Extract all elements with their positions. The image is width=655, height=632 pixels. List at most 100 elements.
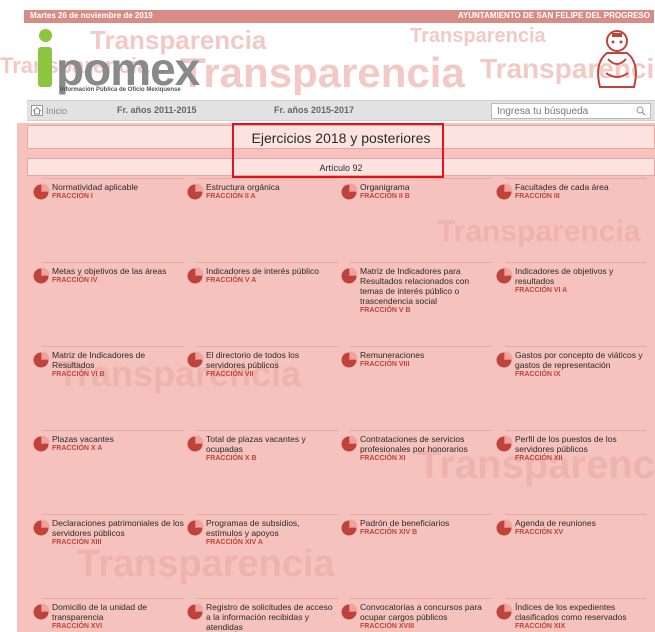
- item-divider: [42, 430, 184, 431]
- item-divider: [196, 430, 338, 431]
- item-divider: [505, 346, 647, 347]
- item-divider: [196, 346, 338, 347]
- fraccion-code[interactable]: FRACCIÓN VIII: [360, 361, 409, 368]
- nav-link-2011-2015[interactable]: Fr. años 2011-2015: [117, 105, 197, 115]
- watermark-text: Transparencia: [410, 25, 546, 47]
- pie-chart-icon: [496, 519, 513, 536]
- search-input[interactable]: Ingresa tu búsqueda: [491, 103, 651, 119]
- item-divider: [196, 178, 338, 179]
- fraccion-code[interactable]: FRACCIÓN XIII: [52, 539, 101, 546]
- nav-bar: Inicio Fr. años 2011-2015 Fr. años 2015-…: [27, 100, 655, 121]
- fraccion-code[interactable]: FRACCIÓN X A: [52, 445, 102, 452]
- fraccion-label[interactable]: Normatividad aplicable: [52, 182, 184, 192]
- item-divider: [42, 178, 184, 179]
- fraccion-code[interactable]: FRACCIÓN VI A: [515, 287, 567, 294]
- watermark-text: Transparencia: [437, 215, 641, 248]
- pie-chart-icon: [496, 603, 513, 620]
- pie-chart-icon: [187, 435, 204, 452]
- fraccion-label[interactable]: Contrataciones de servicios profesionale…: [360, 434, 492, 454]
- item-divider: [505, 514, 647, 515]
- pie-chart-icon: [496, 183, 513, 200]
- fraccion-code[interactable]: FRACCIÓN XII: [515, 455, 562, 462]
- pie-chart-icon: [187, 519, 204, 536]
- fraccion-code[interactable]: FRACCIÓN II B: [360, 193, 410, 200]
- search-icon[interactable]: [636, 106, 646, 116]
- fraccion-code[interactable]: FRACCIÓN XI: [360, 455, 406, 462]
- highlight-frame: [232, 123, 444, 178]
- fraccion-code[interactable]: FRACCIÓN X B: [206, 455, 257, 462]
- item-divider: [350, 262, 492, 263]
- pie-chart-icon: [341, 351, 358, 368]
- fraccion-label[interactable]: Matriz de Indicadores para Resultados re…: [360, 266, 492, 306]
- fraccion-code[interactable]: FRACCIÓN XIV A: [206, 539, 263, 546]
- fraccion-code[interactable]: FRACCIÓN XVI: [52, 623, 102, 630]
- item-divider: [505, 430, 647, 431]
- item-divider: [42, 514, 184, 515]
- pie-chart-icon: [187, 603, 204, 620]
- search-placeholder: Ingresa tu búsqueda: [497, 106, 589, 117]
- fraccion-code[interactable]: FRACCIÓN XVIII: [360, 623, 414, 630]
- nav-link-2015-2017[interactable]: Fr. años 2015-2017: [274, 105, 354, 115]
- fraccion-code[interactable]: FRACCIÓN V B: [360, 307, 411, 314]
- item-divider: [42, 346, 184, 347]
- fraccion-label[interactable]: Estructura orgánica: [206, 182, 338, 192]
- item-divider: [196, 598, 338, 599]
- pie-chart-icon: [341, 435, 358, 452]
- pie-chart-icon: [33, 435, 50, 452]
- ayuntamiento-name: AYUNTAMIENTO DE SAN FELIPE DEL PROGRESO: [457, 11, 650, 20]
- fraccion-code[interactable]: FRACCIÓN V A: [206, 277, 256, 284]
- pie-chart-icon: [187, 267, 204, 284]
- item-divider: [505, 178, 647, 179]
- fraccion-label[interactable]: Programas de subsidios, estímulos y apoy…: [206, 518, 338, 538]
- fraccion-label[interactable]: Padrón de beneficiarios: [360, 518, 492, 528]
- item-divider: [505, 598, 647, 599]
- pie-chart-icon: [33, 351, 50, 368]
- fraccion-label[interactable]: Metas y objetivos de las áreas: [52, 266, 184, 276]
- fraccion-code[interactable]: FRACCIÓN XIX: [515, 623, 565, 630]
- logo-subtitle: Información Pública de Oficio Mexiquense: [60, 87, 181, 93]
- fraccion-code[interactable]: FRACCIÓN XV: [515, 529, 563, 536]
- fraccion-label[interactable]: Perfil de los puestos de los servidores …: [515, 434, 647, 454]
- pie-chart-icon: [341, 519, 358, 536]
- home-icon: [31, 105, 43, 116]
- fraccion-label[interactable]: Plazas vacantes: [52, 434, 184, 444]
- fraccion-code[interactable]: FRACCIÓN IX: [515, 371, 561, 378]
- fraccion-label[interactable]: Matriz de Indicadores de Resultados: [52, 350, 184, 370]
- logo-dot-icon: [39, 29, 52, 42]
- fraccion-label[interactable]: Registro de solicitudes de acceso a la i…: [206, 602, 338, 632]
- item-divider: [196, 514, 338, 515]
- fraccion-label[interactable]: Facultades de cada área: [515, 182, 647, 192]
- fraccion-label[interactable]: Remuneraciones: [360, 350, 492, 360]
- fraccion-code[interactable]: FRACCIÓN III: [515, 193, 560, 200]
- fraccion-code[interactable]: FRACCIÓN II A: [206, 193, 256, 200]
- fraccion-label[interactable]: Total de plazas vacantes y ocupadas: [206, 434, 338, 454]
- fraccion-label[interactable]: Índices de los expedientes clasificados …: [515, 602, 647, 622]
- item-divider: [42, 598, 184, 599]
- fraccion-label[interactable]: Gastos por concepto de viáticos y gastos…: [515, 350, 647, 370]
- fraccion-code[interactable]: FRACCIÓN I: [52, 193, 93, 200]
- fraccion-code[interactable]: FRACCIÓN XIV B: [360, 529, 417, 536]
- fraccion-code[interactable]: FRACCIÓN VII: [206, 371, 253, 378]
- fraccion-label[interactable]: Declaraciones patrimoniales de los servi…: [52, 518, 184, 538]
- logo-i-icon: [38, 47, 52, 87]
- pie-chart-icon: [33, 603, 50, 620]
- fraccion-code[interactable]: FRACCIÓN VI B: [52, 371, 105, 378]
- fraccion-label[interactable]: Indicadores de objetivos y resultados: [515, 266, 647, 286]
- pie-chart-icon: [33, 183, 50, 200]
- fraccion-label[interactable]: Indicadores de interés público: [206, 266, 338, 276]
- pie-chart-icon: [496, 435, 513, 452]
- fraccion-label[interactable]: Domicilio de la unidad de transparencia: [52, 602, 184, 622]
- fraccion-label[interactable]: Organigrama: [360, 182, 492, 192]
- fraccion-code[interactable]: FRACCIÓN IV: [52, 277, 98, 284]
- item-divider: [350, 514, 492, 515]
- pie-chart-icon: [33, 267, 50, 284]
- item-divider: [196, 262, 338, 263]
- fraccion-label[interactable]: El directorio de todos los servidores pú…: [206, 350, 338, 370]
- fraccion-label[interactable]: Convocatorias a concursos para ocupar ca…: [360, 602, 492, 622]
- nav-home-link[interactable]: Inicio: [31, 105, 67, 116]
- fraccion-label[interactable]: Agenda de reuniones: [515, 518, 647, 528]
- item-divider: [350, 178, 492, 179]
- pie-chart-icon: [341, 603, 358, 620]
- pie-chart-icon: [187, 351, 204, 368]
- pie-chart-icon: [341, 267, 358, 284]
